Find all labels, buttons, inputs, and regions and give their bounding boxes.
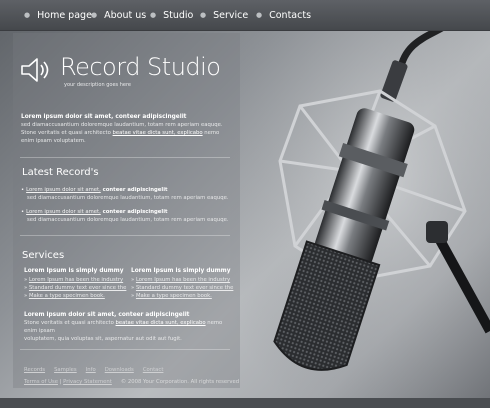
service-link-text: Lorem Ipsum has been the industry	[135, 277, 231, 283]
nav-contacts[interactable]: ● Contacts	[256, 8, 311, 24]
intro-block: Lorem ipsum dolor sit amet, conteer adip…	[21, 113, 231, 145]
services-text: Stone veritatis et quasi architecto	[24, 320, 116, 326]
services-heading: Lorem Ipsum is simply dummy	[131, 268, 231, 274]
microphone-image	[230, 31, 490, 408]
services-title: Services	[22, 250, 65, 261]
bullet-icon: ●	[256, 11, 263, 19]
services-link[interactable]: beatae vitae dicta sunt, explicabo	[116, 320, 206, 326]
bullet-icon: •	[21, 209, 25, 215]
speaker-icon	[21, 58, 49, 82]
intro-heading: Lorem ipsum dolor sit amet, conteer adip…	[21, 114, 187, 120]
intro-text: nemo	[202, 130, 220, 136]
service-link-text: Standard dummy text ever since the	[135, 285, 234, 291]
bullet-icon: ●	[91, 11, 98, 19]
nav-about[interactable]: ● About us	[91, 8, 146, 24]
service-link[interactable]: » Lorem Ipsum has been the industry	[131, 276, 239, 284]
record-desc: sed diamaccusantium doloremque laudantiu…	[27, 195, 229, 201]
services-para-line-1: Stone veritatis et quasi architecto beat…	[24, 319, 234, 335]
services-column: Lorem Ipsum is simply dummy » Lorem Ipsu…	[24, 267, 132, 300]
service-link[interactable]: » Make a type specimen book.	[131, 292, 239, 300]
record-link[interactable]: Lorem ipsum dolor sit amet,	[26, 209, 101, 215]
footer: Records Samples Info Downloads Contact Terms…	[24, 364, 254, 388]
bullet-icon: ●	[24, 11, 31, 19]
nav-label: About us	[104, 10, 147, 21]
intro-text: Stone veritatis et quasi architecto	[21, 130, 113, 136]
service-link[interactable]: » Make a type specimen book.	[24, 292, 132, 300]
nav-home[interactable]: ● Home page	[24, 8, 92, 24]
divider	[20, 157, 230, 158]
record-heading: • Lorem ipsum dolor sit amet, conteer adi…	[21, 208, 236, 216]
service-link-text: Standard dummy text ever since the	[28, 285, 127, 291]
footer-link-samples[interactable]: Samples	[54, 367, 77, 373]
site-tagline: your description goes here	[64, 82, 131, 88]
bullet-icon: ●	[150, 11, 157, 19]
nav-label: Contacts	[269, 10, 312, 21]
page: ● Home page ● About us ● Studio ● Service ● C…	[0, 0, 490, 408]
services-paragraph: Lorem ipsum dolor sit amet, conteer adip…	[24, 311, 234, 343]
nav-label: Service	[213, 10, 249, 21]
divider	[20, 235, 230, 236]
bullet-icon: •	[21, 187, 25, 193]
intro-link[interactable]: beatae vitae dicta sunt, explicabo	[113, 130, 203, 136]
intro-line-3: enim ipsam voluptatem.	[21, 138, 86, 144]
footer-link-info[interactable]: Info	[86, 367, 96, 373]
record-item: • Lorem ipsum dolor sit amet, conteer adi…	[21, 186, 236, 202]
service-link[interactable]: » Standard dummy text ever since the	[131, 284, 239, 292]
record-link[interactable]: Lorem ipsum dolor sit amet,	[26, 187, 101, 193]
footer-link-records[interactable]: Records	[24, 367, 45, 373]
privacy-link[interactable]: Privacy Statement	[63, 379, 112, 385]
nav-studio[interactable]: ● Studio	[150, 8, 193, 24]
nav-service[interactable]: ● Service	[200, 8, 248, 24]
service-link-text: Make a type specimen book.	[28, 293, 105, 299]
bullet-icon: ●	[200, 11, 207, 19]
intro-line-2: Stone veritatis et quasi architecto beat…	[21, 129, 231, 137]
logo[interactable]: Record Studio your description goes here	[20, 53, 221, 93]
terms-link[interactable]: Terms of Use	[24, 379, 58, 385]
record-item: • Lorem ipsum dolor sit amet, conteer adi…	[21, 208, 236, 224]
services-column: Lorem Ipsum is simply dummy » Lorem Ipsu…	[131, 267, 239, 300]
bottom-bar	[0, 398, 490, 408]
intro-line-1: sed diamaccusantium doloremque laudantiu…	[21, 122, 223, 128]
footer-link-downloads[interactable]: Downloads	[105, 367, 134, 373]
top-nav: ● Home page ● About us ● Studio ● Service ● C…	[0, 0, 490, 31]
services-para-heading: Lorem ipsum dolor sit amet, conteer adip…	[24, 312, 190, 318]
service-link-text: Lorem Ipsum has been the industry	[28, 277, 124, 283]
record-heading: • Lorem ipsum dolor sit amet, conteer adi…	[21, 186, 236, 194]
services-para-line-2: voluptatem, quia voluptas sit, aspernatu…	[24, 336, 182, 342]
footer-link-contact[interactable]: Contact	[143, 367, 164, 373]
record-bold: conteer adipiscingelit	[100, 209, 168, 215]
record-bold: conteer adipiscingelit	[100, 187, 168, 193]
nav-label: Studio	[163, 10, 194, 21]
divider	[20, 349, 230, 350]
service-link[interactable]: » Standard dummy text ever since the	[24, 284, 132, 292]
services-heading: Lorem Ipsum is simply dummy	[24, 268, 124, 274]
footer-links: Records Samples Info Downloads Contact	[24, 364, 254, 376]
site-title: Record Studio	[60, 53, 221, 81]
record-desc: sed diamaccusantium doloremque laudantiu…	[27, 217, 229, 223]
latest-records-title: Latest Record's	[22, 167, 99, 178]
nav-label: Home page	[37, 10, 92, 21]
service-link[interactable]: » Lorem Ipsum has been the industry	[24, 276, 132, 284]
service-link-text: Make a type specimen book.	[135, 293, 212, 299]
footer-legal: Terms of Use | Privacy Statement © 2008 Y…	[24, 376, 254, 388]
copyright: © 2008 Your Corporation. All rights rese…	[120, 379, 240, 385]
